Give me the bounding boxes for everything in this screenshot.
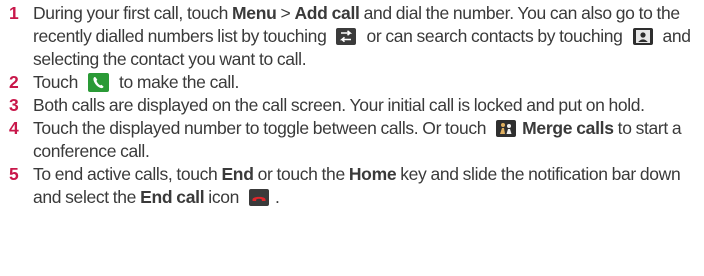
instruction-steps: 1 During your first call, touch Menu > A…	[9, 2, 701, 209]
add-call-label: Add call	[294, 3, 360, 23]
step-number: 4	[9, 118, 19, 138]
text-run: icon	[204, 187, 244, 207]
step-text: Touch to make the call.	[33, 71, 701, 94]
text-run: Touch the displayed number to toggle bet…	[33, 118, 491, 138]
step-2: 2 Touch to make the call.	[9, 71, 701, 94]
step-number: 3	[9, 95, 19, 115]
merge-calls-label: Merge calls	[522, 118, 614, 138]
text-run: or can search contacts by touching	[362, 26, 627, 46]
text-run: Touch	[33, 72, 82, 92]
call-icon	[87, 73, 109, 92]
text-run: or touch the	[253, 164, 349, 184]
end-label: End	[221, 164, 254, 184]
text-run: During your first call, touch	[33, 3, 233, 23]
menu-label: Menu	[232, 3, 277, 23]
step-number: 2	[9, 72, 19, 92]
step-number: 5	[9, 164, 19, 184]
manual-page: 1 During your first call, touch Menu > A…	[0, 0, 704, 276]
merge-calls-icon	[496, 120, 517, 137]
contacts-icon	[632, 28, 653, 45]
step-text: During your first call, touch Menu > Add…	[33, 2, 701, 71]
step-1: 1 During your first call, touch Menu > A…	[9, 2, 701, 71]
step-text: Both calls are displayed on the call scr…	[33, 95, 645, 115]
text-run: to make the call.	[114, 72, 239, 92]
step-4: 4 Touch the displayed number to toggle b…	[9, 117, 701, 163]
text-run: >	[276, 3, 295, 23]
text-run: .	[275, 187, 280, 207]
step-5: 5 To end active calls, touch End or touc…	[9, 163, 701, 209]
end-call-icon	[249, 189, 270, 206]
text-run: To end active calls, touch	[33, 164, 222, 184]
end-call-label: End call	[140, 187, 205, 207]
home-label: Home	[348, 164, 397, 184]
step-3: 3 Both calls are displayed on the call s…	[9, 94, 701, 117]
recent-calls-icon	[336, 28, 357, 45]
step-number: 1	[9, 3, 19, 23]
step-text: Touch the displayed number to toggle bet…	[33, 117, 701, 163]
step-text: To end active calls, touch End or touch …	[33, 163, 701, 209]
